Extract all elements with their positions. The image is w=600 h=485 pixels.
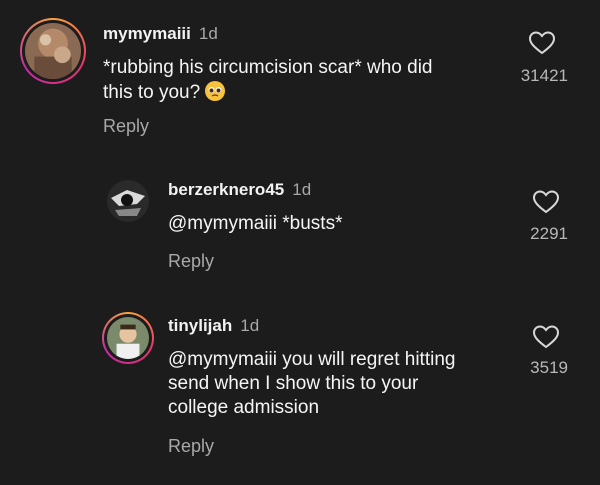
comment-text-line: send when I show this to your (168, 373, 419, 394)
comment-text: @mymymaiii you will regret hitting send … (168, 348, 455, 420)
heart-outline-icon[interactable] (528, 30, 556, 56)
heart-outline-icon[interactable] (532, 324, 560, 350)
reply-button[interactable]: Reply (103, 116, 149, 137)
avatar[interactable] (107, 180, 149, 222)
username[interactable]: tinylijah (168, 316, 232, 335)
username-row: berzerknero45 1d (168, 180, 311, 200)
timestamp: 1d (240, 316, 260, 335)
reply-button[interactable]: Reply (168, 436, 214, 457)
pleading-face-emoji (204, 80, 226, 102)
comment-text-line: college admission (168, 397, 320, 418)
username-row: mymymaiii 1d (103, 24, 218, 44)
avatar[interactable] (102, 312, 154, 364)
avatar[interactable] (20, 18, 86, 84)
like-count: 3519 (530, 358, 568, 377)
comment-text-line: you will regret hitting (282, 349, 456, 370)
mention-link[interactable]: @mymymaiii (168, 213, 277, 234)
timestamp: 1d (198, 24, 218, 43)
reply-button[interactable]: Reply (168, 251, 214, 272)
timestamp: 1d (292, 180, 312, 199)
comment-text-line: this to you? (103, 82, 201, 103)
username[interactable]: mymymaiii (103, 24, 191, 43)
like-count: 2291 (530, 224, 568, 243)
like-count: 31421 (520, 66, 568, 85)
comment-text: @mymymaiii *busts* (168, 212, 342, 236)
comment-text-line: *busts* (282, 213, 343, 234)
comment-text: *rubbing his circumcision scar* who did … (103, 56, 432, 105)
comment-text-line: *rubbing his circumcision scar* who did (103, 57, 433, 78)
mention-link[interactable]: @mymymaiii (168, 349, 277, 370)
username-row: tinylijah 1d (168, 316, 259, 336)
heart-outline-icon[interactable] (532, 189, 560, 215)
username[interactable]: berzerknero45 (168, 180, 284, 199)
